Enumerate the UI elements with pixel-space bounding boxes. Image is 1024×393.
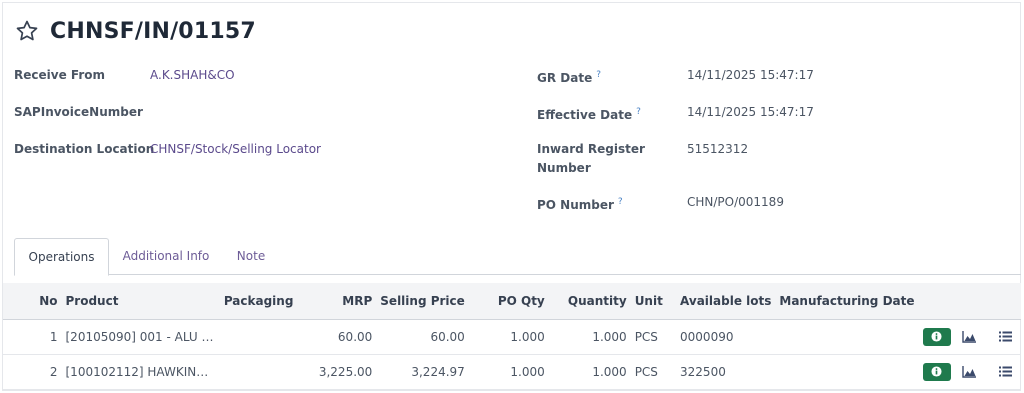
table-header-row: No Product Packaging MRP Selling Price P… — [3, 283, 1021, 320]
column-header-manufacturing-date[interactable]: Manufacturing Date — [775, 283, 919, 320]
inward-register-number-label-line1: Inward Register — [537, 142, 645, 156]
row-quantity[interactable]: 1.000 — [548, 319, 631, 355]
operations-table: No Product Packaging MRP Selling Price P… — [3, 283, 1021, 390]
gr-date-label: GR Date? — [537, 66, 601, 88]
table-row[interactable]: 2 [100102112] HAWKINS ... 3,225.00 3,224… — [3, 354, 1021, 390]
column-header-quantity[interactable]: Quantity — [548, 283, 631, 320]
destination-location-value[interactable]: CHNSF/Stock/Selling Locator — [150, 140, 321, 159]
destination-location-label: Destination Location — [14, 142, 155, 156]
po-number-label: PO Number? — [537, 193, 623, 215]
effective-date-value[interactable]: 14/11/2025 15:47:17 — [687, 103, 814, 122]
effective-date-label: Effective Date? — [537, 103, 641, 125]
row-available-lots[interactable]: 0000090 — [670, 319, 776, 355]
row-mrp[interactable]: 60.00 — [299, 319, 377, 355]
info-icon[interactable] — [922, 327, 951, 346]
column-header-packaging[interactable]: Packaging — [219, 283, 300, 320]
column-header-po-qty[interactable]: PO Qty — [468, 283, 549, 320]
title-row: CHNSF/IN/01157 — [14, 18, 256, 44]
receive-from-value[interactable]: A.K.SHAH&CO — [150, 66, 235, 85]
inward-register-number-value[interactable]: 51512312 — [687, 140, 748, 159]
row-packaging[interactable] — [219, 319, 300, 355]
row-available-lots[interactable]: 322500 — [670, 354, 776, 390]
info-icon[interactable] — [922, 362, 951, 381]
gr-date-value[interactable]: 14/11/2025 15:47:17 — [687, 66, 814, 85]
row-po-qty[interactable]: 1.000 — [468, 354, 549, 390]
row-po-qty[interactable]: 1.000 — [468, 319, 549, 355]
notebook-tabs: Operations Additional Info Note — [14, 238, 1021, 276]
page-title: CHNSF/IN/01157 — [50, 18, 256, 44]
inward-register-number-label-line2: Number — [537, 161, 591, 175]
row-product[interactable]: [100102112] HAWKINS ... — [61, 354, 220, 390]
star-outline-icon[interactable] — [14, 18, 40, 44]
row-no: 1 — [3, 319, 62, 355]
row-unit[interactable]: PCS — [630, 319, 671, 355]
column-header-available-lots[interactable]: Available lots — [670, 283, 776, 320]
gr-date-label-text: GR Date — [537, 71, 593, 85]
row-manufacturing-date[interactable] — [775, 354, 919, 390]
row-no: 2 — [3, 354, 62, 390]
row-unit[interactable]: PCS — [630, 354, 671, 390]
area-chart-icon[interactable] — [960, 363, 978, 381]
area-chart-icon[interactable] — [960, 328, 978, 346]
column-header-actions — [918, 283, 1021, 320]
column-header-selling-price[interactable]: Selling Price — [376, 283, 469, 320]
receive-from-label: Receive From — [14, 68, 105, 82]
column-header-no[interactable]: No — [3, 283, 62, 320]
tab-operations[interactable]: Operations — [14, 238, 109, 276]
row-selling-price[interactable]: 60.00 — [376, 319, 469, 355]
column-header-mrp[interactable]: MRP — [299, 283, 377, 320]
list-icon[interactable] — [996, 363, 1014, 381]
row-packaging[interactable] — [219, 354, 300, 390]
po-number-value[interactable]: CHN/PO/001189 — [687, 193, 784, 212]
row-mrp[interactable]: 3,225.00 — [299, 354, 377, 390]
table-row[interactable]: 1 [20105090] 001 - ALU C... 60.00 60.00 … — [3, 319, 1021, 355]
gr-date-help-icon[interactable]: ? — [596, 70, 601, 80]
column-header-product[interactable]: Product — [61, 283, 220, 320]
effective-date-help-icon[interactable]: ? — [636, 107, 641, 117]
sap-invoice-number-label: SAPInvoiceNumber — [14, 105, 143, 119]
row-quantity[interactable]: 1.000 — [548, 354, 631, 390]
po-number-help-icon[interactable]: ? — [618, 197, 623, 207]
po-number-label-text: PO Number — [537, 198, 614, 212]
effective-date-label-text: Effective Date — [537, 108, 633, 122]
row-selling-price[interactable]: 3,224.97 — [376, 354, 469, 390]
row-product[interactable]: [20105090] 001 - ALU C... — [61, 319, 220, 355]
list-icon[interactable] — [996, 328, 1014, 346]
tab-note[interactable]: Note — [228, 238, 274, 275]
row-manufacturing-date[interactable] — [775, 319, 919, 355]
row-actions — [918, 319, 1021, 355]
column-header-unit[interactable]: Unit — [630, 283, 671, 320]
tab-additional-info[interactable]: Additional Info — [114, 238, 218, 275]
row-actions — [918, 354, 1021, 390]
